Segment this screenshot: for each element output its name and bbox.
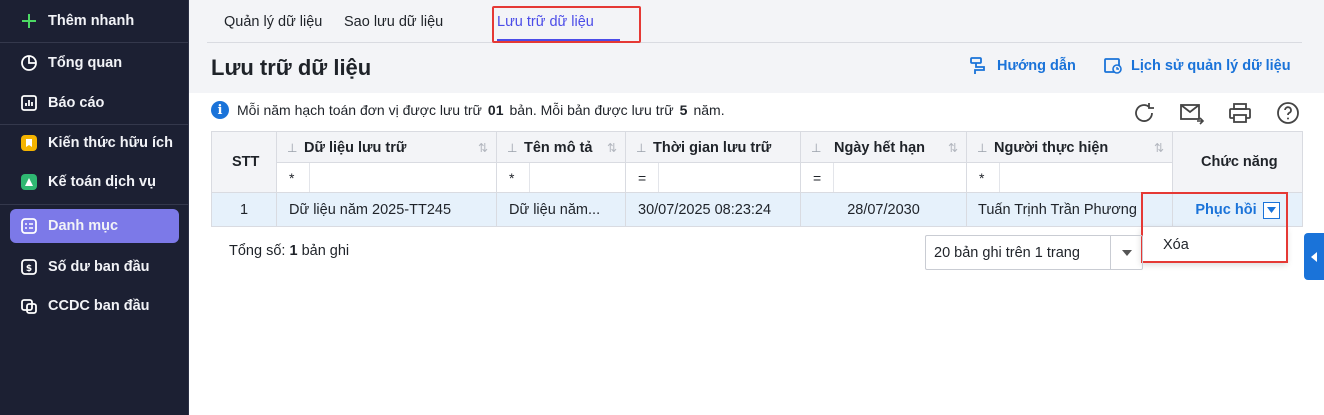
info-text-1: Mỗi năm hạch toán đơn vị được lưu trữ bbox=[237, 102, 482, 118]
main-content: Quản lý dữ liệu Sao lưu dữ liệu Lưu trữ … bbox=[188, 0, 1324, 415]
total-count: 1 bbox=[289, 243, 298, 259]
sidebar-item-catalog[interactable]: Danh mục bbox=[10, 209, 179, 243]
page-title: Lưu trữ dữ liệu bbox=[211, 55, 372, 80]
sidebar-item-quick-add[interactable]: Thêm nhanh bbox=[10, 4, 179, 38]
send-email-icon[interactable] bbox=[1179, 100, 1205, 126]
sidebar-item-opening-balance[interactable]: $ Số dư ban đầu bbox=[10, 250, 179, 284]
pin-icon[interactable]: ⊥ bbox=[977, 141, 987, 155]
sidebar-item-reports[interactable]: Báo cáo bbox=[10, 86, 179, 120]
total-records: Tổng số: 1 bản ghi bbox=[229, 243, 350, 259]
archive-table: STT ⊥ Dữ liệu lưu trữ ⇅ * ⊥ Tên mô tả ⇅ … bbox=[211, 131, 1303, 227]
page-size-value: 20 bản ghi trên 1 trang bbox=[934, 244, 1080, 261]
report-chart-icon bbox=[18, 92, 40, 114]
pin-icon[interactable]: ⊥ bbox=[287, 141, 297, 155]
cell-stt: 1 bbox=[212, 193, 277, 227]
refresh-icon[interactable] bbox=[1131, 100, 1157, 126]
sidebar-item-overview[interactable]: Tổng quan bbox=[10, 46, 179, 80]
column-header-user[interactable]: ⊥ Người thực hiện ⇅ * bbox=[967, 132, 1173, 193]
opening-balance-icon: $ bbox=[18, 256, 40, 278]
info-text-3: năm. bbox=[693, 102, 725, 118]
sort-icon[interactable]: ⇅ bbox=[948, 141, 958, 155]
sort-icon[interactable]: ⇅ bbox=[478, 141, 488, 155]
sidebar-item-label: Kế toán dịch vụ bbox=[48, 174, 156, 190]
cell-desc: Dữ liệu năm... bbox=[497, 193, 626, 227]
pie-chart-icon bbox=[18, 52, 40, 74]
plus-icon bbox=[18, 10, 40, 32]
column-header-desc[interactable]: ⊥ Tên mô tả ⇅ * bbox=[497, 132, 626, 193]
info-text-2: bản. Mỗi bản được lưu trữ bbox=[509, 102, 674, 118]
sidebar-item-label: Tổng quan bbox=[48, 55, 123, 71]
page-size-select[interactable]: 20 bản ghi trên 1 trang bbox=[925, 235, 1143, 270]
sidebar-item-label: CCDC ban đầu bbox=[48, 298, 150, 314]
sidebar-item-label: Danh mục bbox=[48, 218, 119, 234]
column-header-stt: STT bbox=[212, 132, 277, 192]
column-header-expiry[interactable]: ⊥ Ngày hết hạn ⇅ = bbox=[801, 132, 967, 193]
sidebar-item-accounting-service[interactable]: Kế toán dịch vụ bbox=[10, 165, 179, 199]
pin-icon[interactable]: ⊥ bbox=[507, 141, 517, 155]
sort-icon[interactable]: ⇅ bbox=[1154, 141, 1164, 155]
sort-icon[interactable]: ⇅ bbox=[607, 141, 617, 155]
chevron-left-icon bbox=[1311, 251, 1317, 262]
print-icon[interactable] bbox=[1227, 100, 1253, 126]
cell-time: 30/07/2025 08:23:24 bbox=[626, 193, 801, 227]
sidebar-item-label: Thêm nhanh bbox=[48, 13, 135, 29]
column-header-data[interactable]: ⊥ Dữ liệu lưu trữ ⇅ * bbox=[277, 132, 497, 193]
filter-data[interactable]: * bbox=[277, 162, 496, 193]
filter-user[interactable]: * bbox=[967, 162, 1172, 193]
sidebar-item-label: Số dư ban đầu bbox=[48, 259, 150, 275]
tab-bar: Quản lý dữ liệu Sao lưu dữ liệu Lưu trữ … bbox=[207, 0, 1302, 43]
filter-time[interactable]: = bbox=[626, 162, 800, 193]
history-label: Lịch sử quản lý dữ liệu bbox=[1131, 58, 1291, 74]
sidebar-item-tools[interactable]: CCDC ban đầu bbox=[10, 289, 179, 323]
catalog-icon bbox=[18, 215, 40, 237]
chevron-down-icon[interactable] bbox=[1110, 236, 1142, 269]
pin-icon[interactable]: ⊥ bbox=[636, 141, 646, 155]
sidebar-item-label: Báo cáo bbox=[48, 95, 105, 111]
action-highlight-box bbox=[1141, 192, 1288, 263]
accounting-service-icon bbox=[18, 171, 40, 193]
cell-expiry: 28/07/2030 bbox=[801, 193, 967, 227]
cell-data: Dữ liệu năm 2025-TT245 bbox=[277, 193, 497, 227]
filter-expiry[interactable]: = bbox=[801, 162, 966, 193]
history-icon bbox=[1104, 58, 1122, 74]
guide-label: Hướng dẫn bbox=[997, 58, 1076, 74]
info-years: 5 bbox=[679, 102, 688, 118]
sidebar-item-knowledge[interactable]: Kiến thức hữu ích bbox=[10, 126, 179, 160]
info-bar: i Mỗi năm hạch toán đơn vị được lưu trữ … bbox=[211, 101, 725, 119]
tab-data-management[interactable]: Quản lý dữ liệu bbox=[224, 14, 322, 30]
topbar: Quản lý dữ liệu Sao lưu dữ liệu Lưu trữ … bbox=[189, 0, 1324, 93]
pin-icon[interactable]: ⊥ bbox=[811, 141, 821, 155]
sidebar-item-label: Kiến thức hữu ích bbox=[48, 135, 173, 151]
collapse-panel-tab[interactable] bbox=[1304, 233, 1324, 280]
table-row[interactable]: 1 Dữ liệu năm 2025-TT245 Dữ liệu năm... … bbox=[212, 192, 1302, 227]
sidebar: Thêm nhanh Tổng quan Báo cáo Kiến thức h… bbox=[0, 0, 188, 415]
svg-text:$: $ bbox=[26, 264, 32, 274]
filter-desc[interactable]: * bbox=[497, 162, 625, 193]
info-count: 01 bbox=[487, 102, 504, 118]
column-header-time[interactable]: ⊥ Thời gian lưu trữ = bbox=[626, 132, 801, 193]
info-icon: i bbox=[211, 101, 229, 119]
column-header-func: Chức năng bbox=[1173, 132, 1302, 192]
tab-data-backup[interactable]: Sao lưu dữ liệu bbox=[344, 14, 443, 30]
guide-link[interactable]: Hướng dẫn bbox=[969, 56, 1076, 76]
help-icon[interactable] bbox=[1275, 100, 1301, 126]
history-link[interactable]: Lịch sử quản lý dữ liệu bbox=[1103, 56, 1291, 76]
guide-icon bbox=[970, 57, 985, 74]
knowledge-icon bbox=[18, 132, 40, 154]
tab-highlight-box bbox=[492, 6, 641, 43]
tools-icon bbox=[18, 295, 40, 317]
